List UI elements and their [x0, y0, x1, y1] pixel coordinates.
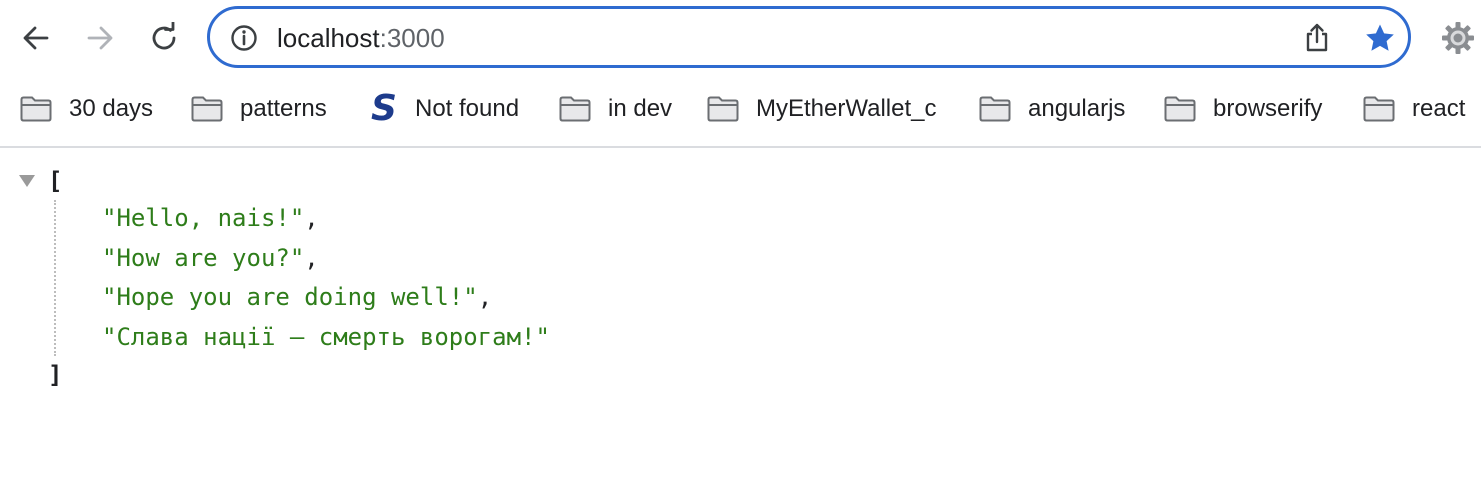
collapse-triangle-icon[interactable] [18, 174, 36, 188]
browser-toolbar: localhost:3000 30 days patterns S Not fo… [0, 0, 1481, 146]
folder-icon [559, 96, 591, 122]
reload-icon [152, 22, 176, 50]
folder-icon [979, 96, 1011, 122]
bookmark-label: Not found [415, 95, 520, 122]
s-logo-icon: S [371, 88, 397, 129]
json-array-items: "Hello, nais!", "How are you?", "Hope yo… [102, 202, 550, 360]
bookmark-browserify[interactable]: browserify [1164, 86, 1322, 132]
bookmark-patterns[interactable]: patterns [191, 86, 327, 132]
info-icon[interactable] [230, 24, 258, 52]
reload-button[interactable] [140, 14, 188, 62]
bookmark-myetherwallet[interactable]: MyEtherWallet_c [707, 86, 937, 132]
url-port: :3000 [379, 23, 445, 53]
folder-icon [1363, 96, 1395, 122]
gear-icon[interactable] [1440, 20, 1476, 56]
json-array-item: "Hello, nais!", [102, 202, 550, 242]
json-string-value: "Слава нації — смерть ворогам!" [102, 322, 550, 351]
json-array-item: "Hope you are doing well!", [102, 281, 550, 321]
bookmark-angularjs[interactable]: angularjs [979, 86, 1125, 132]
json-string-value: "Hello, nais!" [102, 204, 305, 232]
bookmark-label: browserify [1213, 95, 1323, 122]
url-text[interactable]: localhost:3000 [277, 22, 445, 54]
json-comma: , [477, 283, 493, 311]
json-array-item: "How are you?", [102, 242, 550, 282]
json-string-value: "Hope you are doing well!" [102, 283, 478, 311]
json-open-bracket: [ [48, 167, 63, 195]
json-string-value: "How are you?" [102, 243, 305, 272]
address-bar[interactable]: localhost:3000 [207, 6, 1411, 68]
bookmark-star-icon[interactable] [1364, 22, 1396, 54]
json-array-item: "Слава нації — смерть ворогам!" [102, 321, 550, 361]
bookmark-label: 30 days [69, 95, 154, 122]
folder-icon [707, 96, 739, 122]
share-icon[interactable] [1302, 23, 1332, 53]
bookmark-not-found[interactable]: S Not found [368, 86, 519, 132]
arrow-right-icon [87, 26, 113, 50]
folder-icon [191, 96, 223, 122]
bookmarks-bar: 30 days patterns S Not found in dev MyEt… [0, 86, 1481, 132]
folder-icon [1164, 96, 1196, 122]
bookmark-in-dev[interactable]: in dev [559, 86, 672, 132]
bookmark-react[interactable]: react [1363, 86, 1465, 132]
bookmark-label: react [1412, 95, 1466, 122]
forward-button[interactable] [76, 14, 124, 62]
bookmark-label: MyEtherWallet_c [756, 95, 937, 122]
back-button[interactable] [12, 14, 60, 62]
bookmark-label: in dev [608, 95, 673, 122]
json-viewer: [ "Hello, nais!", "How are you?", "Hope … [0, 148, 1481, 488]
bookmark-30-days[interactable]: 30 days [20, 86, 153, 132]
folder-icon [20, 96, 52, 122]
json-comma: , [304, 243, 319, 272]
json-close-bracket: ] [48, 361, 63, 389]
json-comma: , [304, 204, 319, 232]
bookmark-label: patterns [240, 95, 327, 122]
arrow-left-icon [23, 26, 49, 50]
bookmark-label: angularjs [1028, 95, 1126, 122]
url-host: localhost [277, 23, 380, 53]
indent-guide [54, 200, 56, 356]
